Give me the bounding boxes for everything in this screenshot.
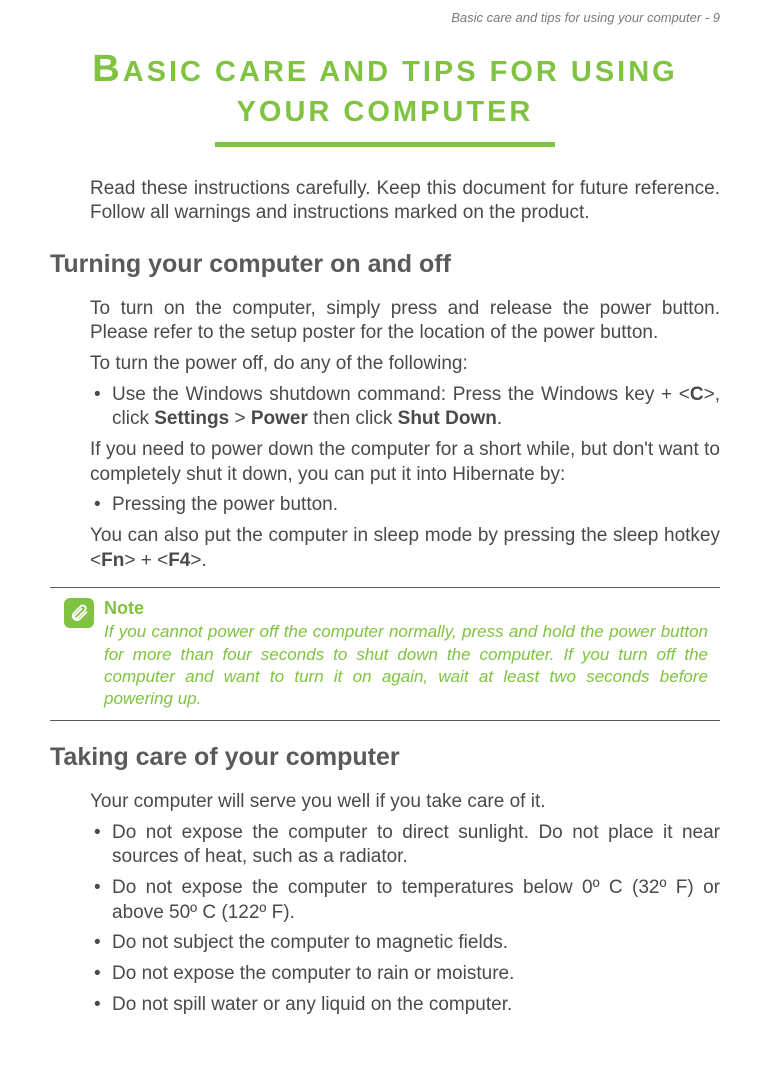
list-item: Do not expose the computer to rain or mo… <box>90 962 720 987</box>
shut-down-label: Shut Down <box>398 408 497 429</box>
note-body: If you cannot power off the computer nor… <box>104 621 708 709</box>
power-off-intro: To turn the power off, do any of the fol… <box>90 352 720 377</box>
bullet-text: then click <box>308 408 398 429</box>
list-item: Do not subject the computer to magnetic … <box>90 931 720 956</box>
key-f4: F4 <box>168 550 190 571</box>
bullet-text: > <box>229 408 251 429</box>
bullet-text: Use the Windows shutdown command: Press … <box>112 384 690 405</box>
care-bullets: Do not expose the computer to direct sun… <box>90 821 720 1018</box>
title-line1: ASIC CARE AND TIPS FOR USING <box>123 56 678 88</box>
sleep-mode-paragraph: You can also put the computer in sleep m… <box>90 524 720 573</box>
windows-shutdown-bullet: Use the Windows shutdown command: Press … <box>90 383 720 432</box>
section-heading-taking-care: Taking care of your computer <box>50 743 720 772</box>
press-power-bullet: Pressing the power button. <box>90 493 720 518</box>
section-heading-turning-on-off: Turning your computer on and off <box>50 250 720 279</box>
power-off-bullets: Use the Windows shutdown command: Press … <box>90 383 720 432</box>
key-c: C <box>690 384 704 405</box>
list-item: Do not spill water or any liquid on the … <box>90 993 720 1018</box>
turning-on-paragraph: To turn on the computer, simply press an… <box>90 297 720 346</box>
page-header: Basic care and tips for using your compu… <box>50 10 720 25</box>
title-first-letter: B <box>92 48 122 90</box>
note-content: Note If you cannot power off the compute… <box>104 598 708 709</box>
note-callout: Note If you cannot power off the compute… <box>50 587 720 720</box>
power-label: Power <box>251 408 308 429</box>
paperclip-icon <box>64 598 94 628</box>
document-title: BASIC CARE AND TIPS FOR USING YOUR COMPU… <box>50 45 720 132</box>
key-fn: Fn <box>101 550 124 571</box>
note-title: Note <box>104 598 708 619</box>
intro-paragraph: Read these instructions carefully. Keep … <box>90 177 720 225</box>
title-line2: YOUR COMPUTER <box>237 96 534 128</box>
list-item: Do not expose the computer to temperatur… <box>90 876 720 925</box>
bullet-text: . <box>497 408 502 429</box>
title-underline <box>215 142 555 147</box>
list-item: Do not expose the computer to direct sun… <box>90 821 720 870</box>
care-intro-paragraph: Your computer will serve you well if you… <box>90 790 720 815</box>
sleep-text: >. <box>190 550 206 571</box>
settings-label: Settings <box>154 408 229 429</box>
hibernate-paragraph: If you need to power down the computer f… <box>90 438 720 487</box>
hibernate-bullets: Pressing the power button. <box>90 493 720 518</box>
sleep-text: > + < <box>124 550 168 571</box>
